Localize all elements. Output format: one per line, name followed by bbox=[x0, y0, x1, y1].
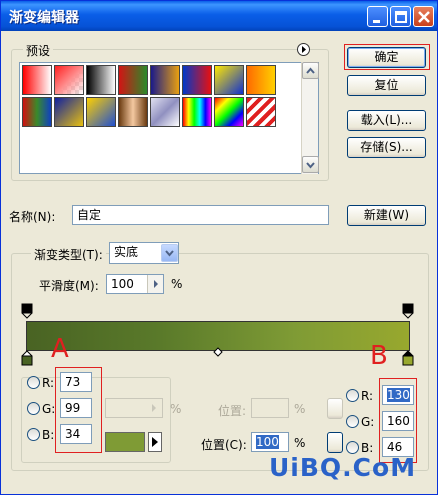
right-r-input[interactable]: 130 bbox=[382, 385, 414, 405]
annotation-b: B bbox=[370, 341, 388, 371]
presets-label: 预设 bbox=[23, 42, 54, 59]
gradient-type-select[interactable]: 实底 bbox=[109, 242, 179, 264]
smoothness-value: 100 bbox=[111, 277, 134, 291]
preset-swatch[interactable] bbox=[150, 65, 180, 95]
close-icon[interactable] bbox=[413, 6, 434, 27]
left-g-radio[interactable] bbox=[27, 402, 40, 415]
opacity-unit: % bbox=[170, 402, 182, 416]
preset-swatch[interactable] bbox=[86, 97, 116, 127]
preset-swatch[interactable] bbox=[54, 65, 84, 95]
ok-button[interactable]: 确定 bbox=[347, 47, 426, 68]
right-r-radio[interactable] bbox=[346, 389, 359, 402]
left-b-label: B: bbox=[42, 428, 55, 442]
gradient-type-value: 实底 bbox=[114, 245, 139, 259]
color-position-unit: % bbox=[294, 436, 306, 450]
opacity-delete-button bbox=[327, 398, 343, 419]
left-b-radio[interactable] bbox=[27, 428, 40, 441]
right-g-radio[interactable] bbox=[346, 415, 359, 428]
right-r-value: 130 bbox=[387, 388, 410, 402]
color-menu-icon[interactable] bbox=[148, 432, 162, 452]
color-swatch[interactable] bbox=[105, 432, 145, 452]
watermark: UiBQ.CoM bbox=[269, 453, 417, 482]
presets-scrollbar[interactable] bbox=[301, 62, 319, 174]
name-label: 名称(N): bbox=[9, 210, 56, 224]
right-r-label: R: bbox=[361, 389, 374, 403]
minimize-icon[interactable] bbox=[367, 6, 388, 27]
opacity-input bbox=[105, 398, 163, 418]
preset-swatch[interactable] bbox=[182, 97, 212, 127]
preset-swatch[interactable] bbox=[182, 65, 212, 95]
preset-swatch[interactable] bbox=[150, 97, 180, 127]
left-r-input[interactable]: 73 bbox=[60, 372, 92, 392]
preset-swatch[interactable] bbox=[22, 97, 52, 127]
window-title: 渐变编辑器 bbox=[9, 10, 79, 26]
preset-swatch[interactable] bbox=[246, 97, 276, 127]
smoothness-input[interactable]: 100 bbox=[106, 274, 164, 294]
preset-swatch[interactable] bbox=[118, 65, 148, 95]
smoothness-stepper-icon[interactable] bbox=[147, 275, 163, 293]
left-g-input[interactable]: 99 bbox=[60, 398, 92, 418]
title-bar[interactable]: 渐变编辑器 bbox=[1, 1, 437, 31]
left-r-radio[interactable] bbox=[27, 376, 40, 389]
save-button[interactable]: 存储(S)... bbox=[347, 137, 426, 158]
scroll-up-icon[interactable] bbox=[302, 62, 319, 79]
scroll-down-icon[interactable] bbox=[302, 156, 319, 173]
preset-swatch[interactable] bbox=[22, 65, 52, 95]
left-g-label: G: bbox=[42, 402, 56, 416]
smoothness-unit: % bbox=[171, 277, 183, 291]
smoothness-label: 平滑度(M): bbox=[39, 279, 99, 293]
preset-swatch[interactable] bbox=[54, 97, 84, 127]
preset-swatch[interactable] bbox=[214, 65, 244, 95]
opacity-stop-left-icon[interactable] bbox=[21, 303, 33, 319]
presets-list[interactable] bbox=[19, 62, 319, 174]
opacity-position-label: 位置: bbox=[218, 404, 247, 418]
color-position-value: 100 bbox=[256, 435, 279, 449]
dropdown-arrow-icon[interactable] bbox=[161, 244, 178, 262]
annotation-a: A bbox=[51, 334, 69, 364]
opacity-position-input bbox=[251, 398, 289, 418]
preset-swatch[interactable] bbox=[118, 97, 148, 127]
opacity-position-unit: % bbox=[294, 402, 306, 416]
preset-swatch[interactable] bbox=[214, 97, 244, 127]
right-g-input[interactable]: 160 bbox=[382, 411, 414, 431]
preset-swatch[interactable] bbox=[246, 65, 276, 95]
load-button[interactable]: 载入(L)... bbox=[347, 110, 426, 131]
reset-button[interactable]: 复位 bbox=[347, 75, 426, 96]
right-g-label: G: bbox=[361, 415, 375, 429]
color-delete-button[interactable] bbox=[327, 432, 343, 453]
midpoint-diamond-icon[interactable] bbox=[213, 347, 223, 357]
color-position-label: 位置(C): bbox=[201, 438, 247, 452]
preset-swatch[interactable] bbox=[86, 65, 116, 95]
left-r-label: R: bbox=[42, 376, 55, 390]
new-button[interactable]: 新建(W) bbox=[347, 205, 426, 226]
color-position-input[interactable]: 100 bbox=[251, 432, 289, 452]
opacity-stop-right-icon[interactable] bbox=[402, 303, 414, 319]
color-stop-right-icon[interactable] bbox=[402, 350, 414, 366]
left-b-input[interactable]: 34 bbox=[60, 424, 92, 444]
presets-menu-icon[interactable] bbox=[297, 43, 310, 56]
gradient-editor-window: 渐变编辑器 预设 确定 复位 载入(L)... 存储(S)... 名称(N): … bbox=[0, 0, 438, 495]
color-stop-left-icon[interactable] bbox=[21, 350, 33, 366]
name-input[interactable]: 自定 bbox=[72, 205, 329, 225]
maximize-icon[interactable] bbox=[390, 6, 411, 27]
gradient-type-label: 渐变类型(T): bbox=[31, 246, 106, 263]
